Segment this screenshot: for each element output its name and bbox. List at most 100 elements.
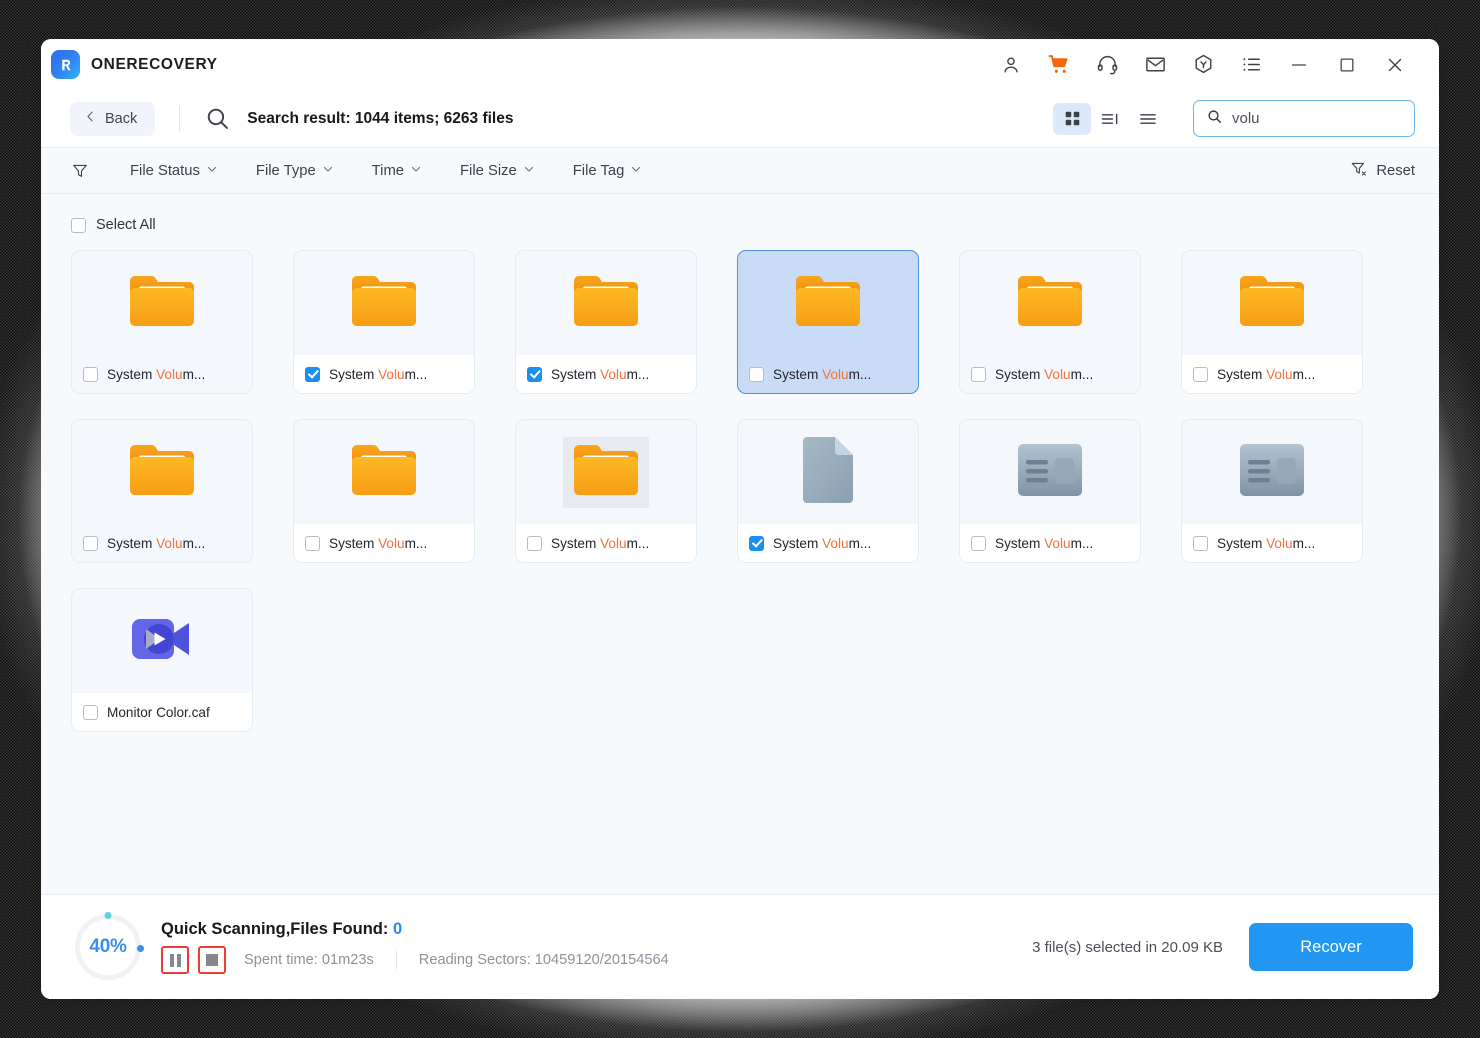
chevron-down-icon — [206, 163, 218, 179]
file-name: System Volum... — [551, 536, 649, 551]
filter-file-size[interactable]: File Size — [441, 163, 554, 179]
mail-icon[interactable] — [1131, 45, 1179, 85]
file-thumbnail — [294, 420, 474, 524]
detail-list-view-button[interactable] — [1091, 103, 1129, 135]
file-card[interactable]: System Volum... — [71, 250, 253, 394]
minimize-icon[interactable] — [1275, 45, 1323, 85]
file-checkbox[interactable] — [305, 536, 320, 551]
file-name: System Volum... — [1217, 536, 1315, 551]
app-brand-name: ONERECOVERY — [91, 56, 218, 74]
video-icon — [130, 613, 194, 670]
file-checkbox[interactable] — [749, 536, 764, 551]
file-card[interactable]: Monitor Color.caf — [71, 588, 253, 732]
file-name-match: Volu — [156, 367, 182, 382]
back-button[interactable]: Back — [70, 102, 155, 136]
progress-ring-dot-right — [137, 945, 144, 952]
progress-ring-track — [75, 914, 141, 980]
file-thumbnail — [294, 251, 474, 355]
file-name-prefix: System — [1217, 536, 1266, 551]
search-box[interactable] — [1193, 100, 1415, 137]
file-name: Monitor Color.caf — [107, 705, 210, 720]
file-card[interactable]: System Volum... — [515, 419, 697, 563]
scan-title: Quick Scanning,Files Found: 0 — [161, 920, 669, 939]
file-card-label: Monitor Color.caf — [72, 693, 252, 731]
file-card[interactable]: System Volum... — [71, 419, 253, 563]
search-input[interactable] — [1232, 110, 1431, 127]
file-checkbox[interactable] — [83, 536, 98, 551]
reset-filters-button[interactable]: Reset — [1350, 160, 1415, 182]
file-checkbox[interactable] — [527, 536, 542, 551]
pause-scan-button[interactable] — [161, 946, 189, 974]
file-card[interactable]: System Volum... — [737, 250, 919, 394]
chevron-down-icon — [410, 163, 422, 179]
filter-file-status-label: File Status — [130, 163, 200, 179]
file-card-label: System Volum... — [72, 355, 252, 393]
status-right-group: 3 file(s) selected in 20.09 KB Recover — [1032, 923, 1413, 971]
file-checkbox[interactable] — [971, 367, 986, 382]
cart-icon[interactable] — [1035, 45, 1083, 85]
filter-file-type[interactable]: File Type — [237, 163, 353, 179]
list-view-button[interactable] — [1129, 103, 1167, 135]
filter-bar: File Status File Type Time File Size Fil… — [41, 147, 1439, 194]
chevron-down-icon — [322, 163, 334, 179]
search-result-text: Search result: 1044 items; 6263 files — [247, 110, 513, 128]
filter-file-status[interactable]: File Status — [111, 163, 237, 179]
file-name-prefix: System — [995, 536, 1044, 551]
file-card[interactable]: System Volum... — [1181, 419, 1363, 563]
account-icon[interactable] — [987, 45, 1035, 85]
file-name: System Volum... — [107, 367, 205, 382]
file-thumbnail — [738, 251, 918, 355]
file-name-prefix: Monitor Color.caf — [107, 705, 210, 720]
file-checkbox[interactable] — [1193, 367, 1208, 382]
stop-scan-button[interactable] — [198, 946, 226, 974]
filter-funnel-icon[interactable] — [71, 162, 89, 180]
file-card[interactable]: System Volum... — [959, 250, 1141, 394]
select-all-checkbox[interactable] — [71, 218, 86, 233]
file-name-prefix: System — [329, 536, 378, 551]
filter-file-tag[interactable]: File Tag — [554, 163, 662, 179]
recover-button[interactable]: Recover — [1249, 923, 1413, 971]
pause-icon — [170, 954, 181, 967]
select-all-row[interactable]: Select All — [71, 210, 1415, 240]
menu-list-icon[interactable] — [1227, 45, 1275, 85]
folder-icon — [569, 270, 643, 337]
file-card[interactable]: System Volum... — [293, 419, 475, 563]
file-checkbox[interactable] — [1193, 536, 1208, 551]
maximize-icon[interactable] — [1323, 45, 1371, 85]
file-checkbox[interactable] — [83, 367, 98, 382]
file-checkbox[interactable] — [749, 367, 764, 382]
file-name-suffix: m... — [1071, 536, 1094, 551]
file-results-area: Select All System Volum... System Volum.… — [41, 194, 1439, 888]
file-name-suffix: m... — [627, 367, 650, 382]
file-checkbox[interactable] — [305, 367, 320, 382]
close-icon[interactable] — [1371, 45, 1419, 85]
support-headset-icon[interactable] — [1083, 45, 1131, 85]
file-card[interactable]: System Volum... — [737, 419, 919, 563]
file-card-label: System Volum... — [738, 355, 918, 393]
grid-view-button[interactable] — [1053, 103, 1091, 135]
selected-files-info: 3 file(s) selected in 20.09 KB — [1032, 939, 1223, 956]
file-name: System Volum... — [551, 367, 649, 382]
file-name: System Volum... — [773, 367, 871, 382]
file-card[interactable]: System Volum... — [293, 250, 475, 394]
article-icon — [1238, 442, 1306, 503]
file-card[interactable]: System Volum... — [959, 419, 1141, 563]
file-name: System Volum... — [107, 536, 205, 551]
files-found-count: 0 — [393, 920, 402, 938]
file-name: System Volum... — [773, 536, 871, 551]
file-card[interactable]: System Volum... — [1181, 250, 1363, 394]
file-checkbox[interactable] — [971, 536, 986, 551]
scan-title-text: Quick Scanning,Files Found: — [161, 920, 393, 938]
file-name: System Volum... — [329, 536, 427, 551]
document-icon — [799, 435, 857, 510]
search-result-magnifier-icon — [202, 103, 233, 134]
file-card[interactable]: System Volum... — [515, 250, 697, 394]
file-checkbox[interactable] — [83, 705, 98, 720]
upgrade-icon[interactable] — [1179, 45, 1227, 85]
file-name-match: Volu — [600, 367, 626, 382]
file-name-match: Volu — [1044, 536, 1070, 551]
filter-time[interactable]: Time — [353, 163, 441, 179]
file-card-label: System Volum... — [294, 524, 474, 562]
file-checkbox[interactable] — [527, 367, 542, 382]
chevron-down-icon — [630, 163, 642, 179]
